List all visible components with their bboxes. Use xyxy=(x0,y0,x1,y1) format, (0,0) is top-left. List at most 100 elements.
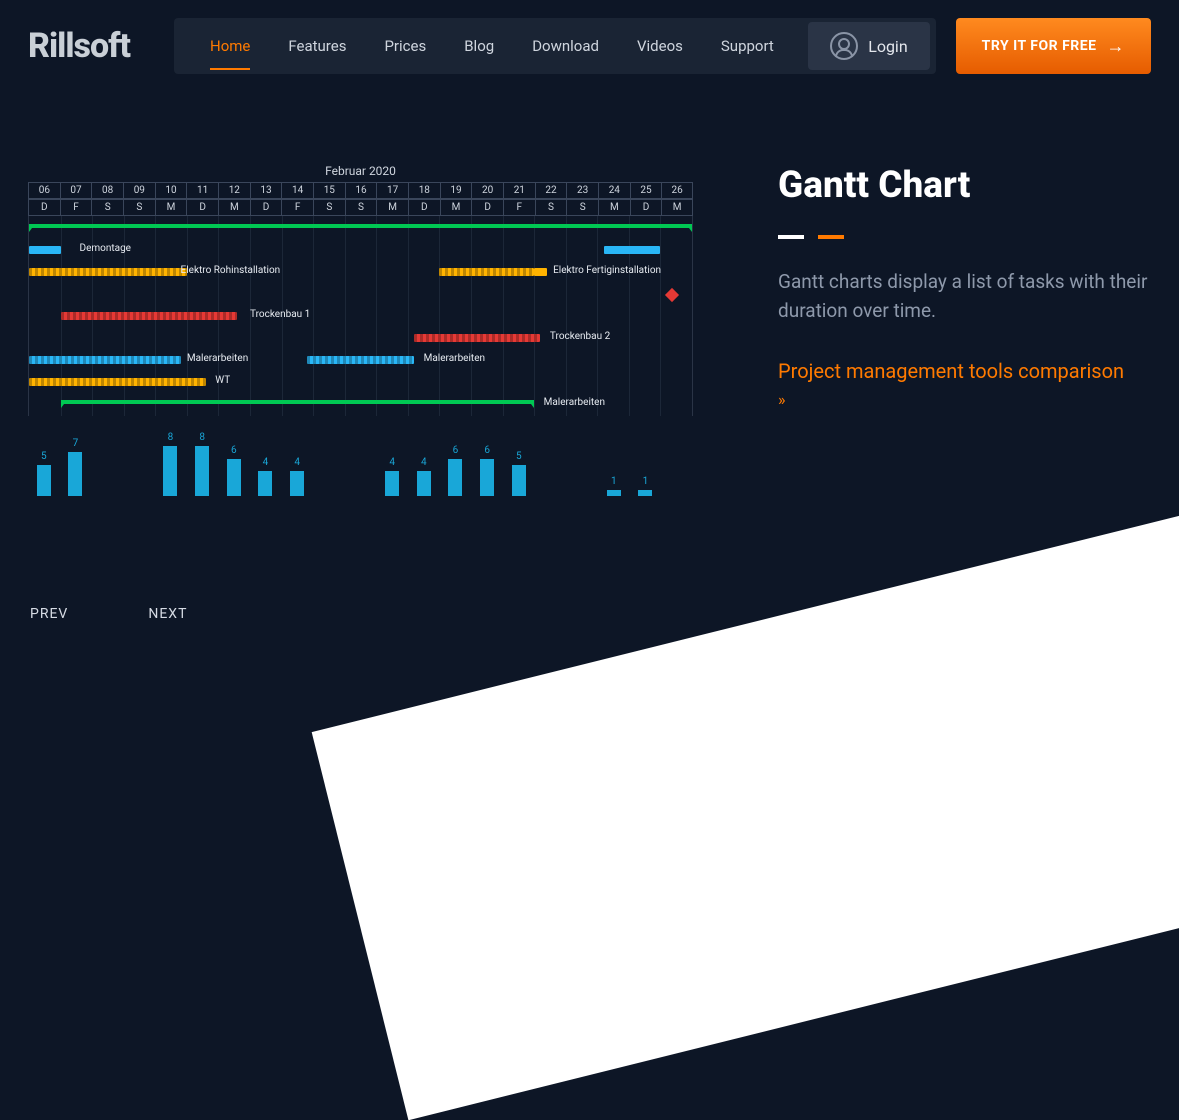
nav-item-prices[interactable]: Prices xyxy=(366,19,444,73)
nav-item-home[interactable]: Home xyxy=(192,19,268,73)
load-bar xyxy=(512,465,526,496)
gantt-weekday-cell: D xyxy=(630,199,662,216)
gantt-day-cell: 26 xyxy=(661,182,693,199)
load-column: 6 xyxy=(471,445,503,497)
gantt-weekday-cell: S xyxy=(535,199,567,216)
diagonal-background xyxy=(312,466,1179,1120)
gantt-day-cell: 14 xyxy=(281,182,313,199)
nav-item-features[interactable]: Features xyxy=(270,19,364,73)
gantt-weekday-cell: M xyxy=(598,199,630,216)
load-column: 6 xyxy=(440,445,472,497)
load-value-label: 8 xyxy=(199,432,205,443)
load-bar xyxy=(607,490,621,496)
gantt-day-cell: 06 xyxy=(28,182,60,199)
gantt-bar xyxy=(29,246,61,254)
gantt-day-cell: 16 xyxy=(345,182,377,199)
next-button[interactable]: NEXT xyxy=(148,606,187,622)
gantt-day-cell: 12 xyxy=(218,182,250,199)
load-bar xyxy=(195,446,209,496)
load-value-label: 7 xyxy=(73,438,79,449)
load-column: 1 xyxy=(598,476,630,496)
load-value-label: 4 xyxy=(421,457,427,468)
load-value-label: 8 xyxy=(168,432,174,443)
load-column: 4 xyxy=(250,457,282,496)
load-bar xyxy=(480,459,494,497)
section-description: Gantt charts display a list of tasks wit… xyxy=(778,267,1169,326)
load-value-label: 5 xyxy=(41,451,47,462)
gantt-weekday-row: DFSSMDMDFSSMDMDFSSMDM xyxy=(28,199,693,216)
gantt-bar xyxy=(414,334,540,342)
header: Rillsoft HomeFeaturesPricesBlogDownloadV… xyxy=(0,0,1179,74)
load-value-label: 1 xyxy=(611,476,617,487)
load-bar xyxy=(227,459,241,497)
gantt-day-row: 0607080910111213141516171819202122232425… xyxy=(28,182,693,199)
gantt-day-cell: 10 xyxy=(155,182,187,199)
gantt-weekday-cell: F xyxy=(503,199,535,216)
gantt-weekday-cell: D xyxy=(186,199,218,216)
gantt-weekday-cell: S xyxy=(566,199,598,216)
accent-divider xyxy=(778,235,1169,239)
gantt-day-cell: 13 xyxy=(250,182,282,199)
gantt-day-cell: 25 xyxy=(630,182,662,199)
nav-item-blog[interactable]: Blog xyxy=(446,19,512,73)
load-bar xyxy=(448,459,462,497)
gantt-month-label: Februar 2020 xyxy=(28,164,693,182)
load-value-label: 6 xyxy=(231,445,237,456)
gantt-bar xyxy=(61,312,238,320)
login-button[interactable]: Login xyxy=(808,22,929,70)
gantt-weekday-cell: F xyxy=(281,199,313,216)
gantt-bar xyxy=(604,246,661,254)
load-value-label: 4 xyxy=(389,457,395,468)
section-title: Gantt Chart xyxy=(778,164,1169,207)
gantt-chart: Februar 2020 060708091011121314151617181… xyxy=(28,164,693,496)
prev-button[interactable]: PREV xyxy=(30,606,68,622)
nav-bar: HomeFeaturesPricesBlogDownloadVideosSupp… xyxy=(174,18,936,74)
load-bar xyxy=(385,471,399,496)
gantt-showcase: Februar 2020 060708091011121314151617181… xyxy=(28,164,708,496)
gantt-day-cell: 15 xyxy=(313,182,345,199)
gantt-bar xyxy=(307,356,414,364)
load-column: 8 xyxy=(186,432,218,496)
arrow-right-icon: → xyxy=(1107,36,1126,57)
load-bar xyxy=(417,471,431,496)
load-bar xyxy=(290,471,304,496)
gantt-day-cell: 20 xyxy=(471,182,503,199)
try-free-button[interactable]: TRY IT FOR FREE → xyxy=(956,18,1151,74)
nav-item-support[interactable]: Support xyxy=(703,19,792,73)
gantt-weekday-cell: S xyxy=(313,199,345,216)
gantt-bar-label: Trockenbau 1 xyxy=(250,309,310,320)
load-column: 8 xyxy=(155,432,187,496)
gantt-milestone xyxy=(665,288,679,302)
gantt-day-cell: 19 xyxy=(440,182,472,199)
main-content: Februar 2020 060708091011121314151617181… xyxy=(0,74,1179,496)
load-value-label: 5 xyxy=(516,451,522,462)
gantt-weekday-cell: S xyxy=(345,199,377,216)
gantt-weekday-cell: M xyxy=(376,199,408,216)
gantt-body: DemontageElektro RohinstallationElektro … xyxy=(28,216,693,416)
load-value-label: 1 xyxy=(643,476,649,487)
gantt-weekday-cell: M xyxy=(440,199,472,216)
load-column: 5 xyxy=(28,451,60,496)
nav-item-download[interactable]: Download xyxy=(514,19,617,73)
load-column: 4 xyxy=(408,457,440,496)
gantt-weekday-cell: F xyxy=(60,199,92,216)
gantt-bar-label: Trockenbau 2 xyxy=(550,331,610,342)
brand-logo: Rillsoft xyxy=(28,26,130,66)
load-column: 5 xyxy=(503,451,535,496)
gantt-day-cell: 09 xyxy=(123,182,155,199)
gantt-bar xyxy=(61,400,535,404)
load-value-label: 6 xyxy=(484,445,490,456)
gantt-bar-label: Elektro Fertiginstallation xyxy=(553,265,661,276)
nav-item-videos[interactable]: Videos xyxy=(619,19,701,73)
gantt-bar xyxy=(29,268,187,276)
pager: PREV NEXT xyxy=(30,606,187,622)
gantt-day-cell: 11 xyxy=(186,182,218,199)
cta-label: TRY IT FOR FREE xyxy=(982,38,1097,54)
gantt-bar xyxy=(29,224,692,228)
load-value-label: 4 xyxy=(294,457,300,468)
gantt-weekday-cell: M xyxy=(661,199,693,216)
gantt-bar xyxy=(534,268,547,276)
comparison-link[interactable]: Project management tools comparison xyxy=(778,356,1169,386)
gantt-day-cell: 18 xyxy=(408,182,440,199)
gantt-weekday-cell: S xyxy=(123,199,155,216)
